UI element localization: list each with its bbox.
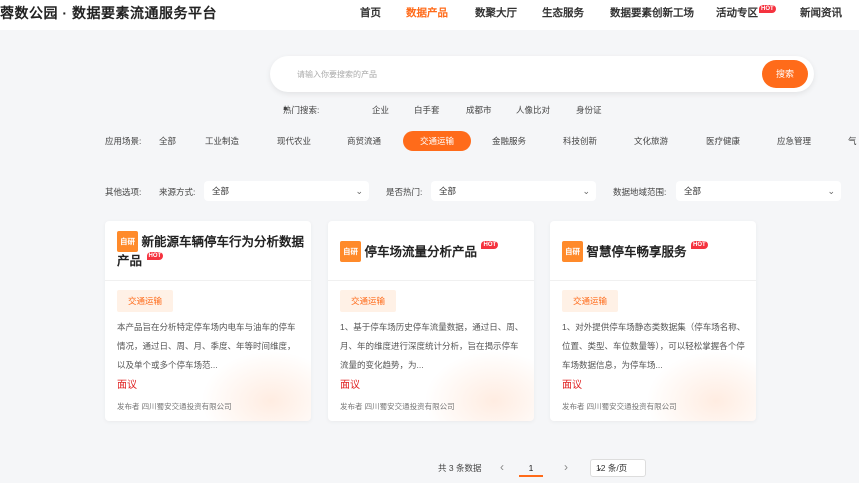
scene-item-health[interactable]: 医疗健康 xyxy=(706,135,740,147)
scene-item-all[interactable]: 全部 xyxy=(159,135,176,147)
source-label: 来源方式: xyxy=(159,187,196,197)
hot-badge: HOT xyxy=(759,5,776,13)
next-page-button[interactable]: › xyxy=(564,460,568,474)
pagination: 共 3 条数据 ‹ 1 › 12 条/页 ⌄ xyxy=(0,459,859,479)
main-nav: 首页 数据产品 数聚大厅 生态服务 数据要素创新工场 活动专区 HOT 新闻资讯 xyxy=(0,5,859,25)
hot-term[interactable]: 白手套 xyxy=(414,104,440,116)
hot-term[interactable]: 身份证 xyxy=(576,104,602,116)
nav-item-activities-label: 活动专区 xyxy=(716,7,758,19)
nav-item-news[interactable]: 新闻资讯 xyxy=(800,5,842,20)
hot-term[interactable]: 企业 xyxy=(372,104,389,116)
category-chip: 交通运输 xyxy=(562,290,619,312)
nav-item-innovation-workshop[interactable]: 数据要素创新工场 xyxy=(610,5,694,20)
category-chip: 交通运输 xyxy=(340,290,397,312)
search-box: 搜索 xyxy=(270,56,814,92)
scene-item-finance[interactable]: 金融服务 xyxy=(492,135,526,147)
hot-search-label: 热门搜索: xyxy=(283,105,320,115)
source-select-value: 全部 xyxy=(212,186,230,196)
nav-item-home[interactable]: 首页 xyxy=(360,5,381,20)
nav-item-activities[interactable]: 活动专区 HOT xyxy=(716,5,776,20)
card-publisher: 发布者 四川蜀安交通投资有限公司 xyxy=(340,402,455,411)
hot-badge: HOT xyxy=(481,241,499,249)
scene-filter-row: 应用场景: 全部 工业制造 现代农业 商贸流通 交通运输 金融服务 科技创新 文… xyxy=(0,131,859,151)
nav-item-data-hall[interactable]: 数聚大厅 xyxy=(475,5,517,20)
product-card[interactable]: 自研 停车场流量分析产品 HOT 交通运输 1、基于停车场历史停车流量数据，通过… xyxy=(328,221,534,421)
card-title-text: 智慧停车畅享服务 xyxy=(586,245,687,259)
card-description: 本产品旨在分析特定停车场内电车与油车的停车情况，通过日、周、月、季度、年等时间维… xyxy=(117,322,296,370)
card-title[interactable]: 自研 新能源车辆停车行为分析数据产品 HOT xyxy=(117,231,307,271)
scene-label: 应用场景: xyxy=(105,136,142,146)
page-size-select[interactable]: 12 条/页 ⌄ xyxy=(590,459,646,477)
nav-item-data-products[interactable]: 数据产品 xyxy=(406,5,448,20)
search-button[interactable]: 搜索 xyxy=(762,60,808,88)
card-title[interactable]: 自研 智慧停车畅享服务 HOT xyxy=(562,241,752,262)
search-input[interactable] xyxy=(297,66,757,82)
scene-item-industry[interactable]: 工业制造 xyxy=(205,135,239,147)
card-price: 面议 xyxy=(562,380,582,391)
chevron-down-icon: ⌄ xyxy=(827,186,835,196)
region-label: 数据地域范围: xyxy=(613,187,667,197)
region-select[interactable]: 全部 ⌄ xyxy=(676,181,841,201)
scene-item-partial[interactable]: 气 xyxy=(848,135,857,147)
hot-select-value: 全部 xyxy=(439,186,457,196)
hot-badge: HOT xyxy=(146,252,164,260)
card-header: 自研 新能源车辆停车行为分析数据产品 HOT xyxy=(105,221,311,281)
scene-item-culture[interactable]: 文化旅游 xyxy=(634,135,668,147)
hot-badge: HOT xyxy=(690,241,708,249)
scene-item-commerce[interactable]: 商贸流通 xyxy=(347,135,381,147)
self-developed-tag: 自研 xyxy=(562,241,583,262)
chevron-down-icon: ⌄ xyxy=(596,463,603,472)
self-developed-tag: 自研 xyxy=(340,241,361,262)
hot-term[interactable]: 人像比对 xyxy=(516,104,550,116)
card-title-text: 新能源车辆停车行为分析数据产品 xyxy=(117,235,304,268)
card-title[interactable]: 自研 停车场流量分析产品 HOT xyxy=(340,241,530,262)
card-header: 自研 智慧停车畅享服务 HOT xyxy=(550,221,756,281)
filter-label: 其他选项: xyxy=(105,187,142,197)
source-select[interactable]: 全部 ⌄ xyxy=(204,181,369,201)
card-description: 1、对外提供停车场静态类数据集（停车场名称、位置、类型、车位数量等），可以轻松掌… xyxy=(562,322,746,370)
hot-filter-label: 是否热门: xyxy=(386,187,423,197)
chevron-down-icon: ⌄ xyxy=(355,186,363,196)
card-price: 面议 xyxy=(117,380,137,391)
scene-item-agriculture[interactable]: 现代农业 xyxy=(277,135,311,147)
self-developed-tag: 自研 xyxy=(117,231,138,252)
hot-search-label-group: ● 热门搜索: xyxy=(283,104,319,116)
hot-select[interactable]: 全部 ⌄ xyxy=(431,181,596,201)
card-description: 1、基于停车场历史停车流量数据，通过日、周、月、年的维度进行深度统计分析，旨在揭… xyxy=(340,322,524,370)
chevron-down-icon: ⌄ xyxy=(582,186,590,196)
hot-search-row: ● 热门搜索: 企业 白手套 成都市 人像比对 身份证 xyxy=(0,104,859,118)
fire-icon: ● xyxy=(283,104,288,113)
category-chip: 交通运输 xyxy=(117,290,174,312)
card-header: 自研 停车场流量分析产品 HOT xyxy=(328,221,534,281)
scene-item-tech[interactable]: 科技创新 xyxy=(563,135,597,147)
prev-page-button[interactable]: ‹ xyxy=(500,460,504,474)
other-filter-row: 其他选项: 来源方式: 全部 ⌄ 是否热门: 全部 ⌄ 数据地域范围: 全部 ⌄ xyxy=(0,181,859,201)
top-header: 蓉数公园 · 数据要素流通服务平台 首页 数据产品 数聚大厅 生态服务 数据要素… xyxy=(0,0,859,30)
card-price: 面议 xyxy=(340,380,360,391)
card-publisher: 发布者 四川蜀安交通投资有限公司 xyxy=(117,402,232,411)
card-publisher: 发布者 四川蜀安交通投资有限公司 xyxy=(562,402,677,411)
nav-item-eco-services[interactable]: 生态服务 xyxy=(542,5,584,20)
scene-item-emergency[interactable]: 应急管理 xyxy=(777,135,811,147)
card-title-text: 停车场流量分析产品 xyxy=(364,245,477,259)
product-card[interactable]: 自研 智慧停车畅享服务 HOT 交通运输 1、对外提供停车场静态类数据集（停车场… xyxy=(550,221,756,421)
page-number-1[interactable]: 1 xyxy=(519,459,543,477)
scene-item-transport[interactable]: 交通运输 xyxy=(403,131,472,151)
region-select-value: 全部 xyxy=(684,186,702,196)
hot-term[interactable]: 成都市 xyxy=(466,104,492,116)
total-count: 共 3 条数据 xyxy=(438,463,482,473)
product-card[interactable]: 自研 新能源车辆停车行为分析数据产品 HOT 交通运输 本产品旨在分析特定停车场… xyxy=(105,221,311,421)
